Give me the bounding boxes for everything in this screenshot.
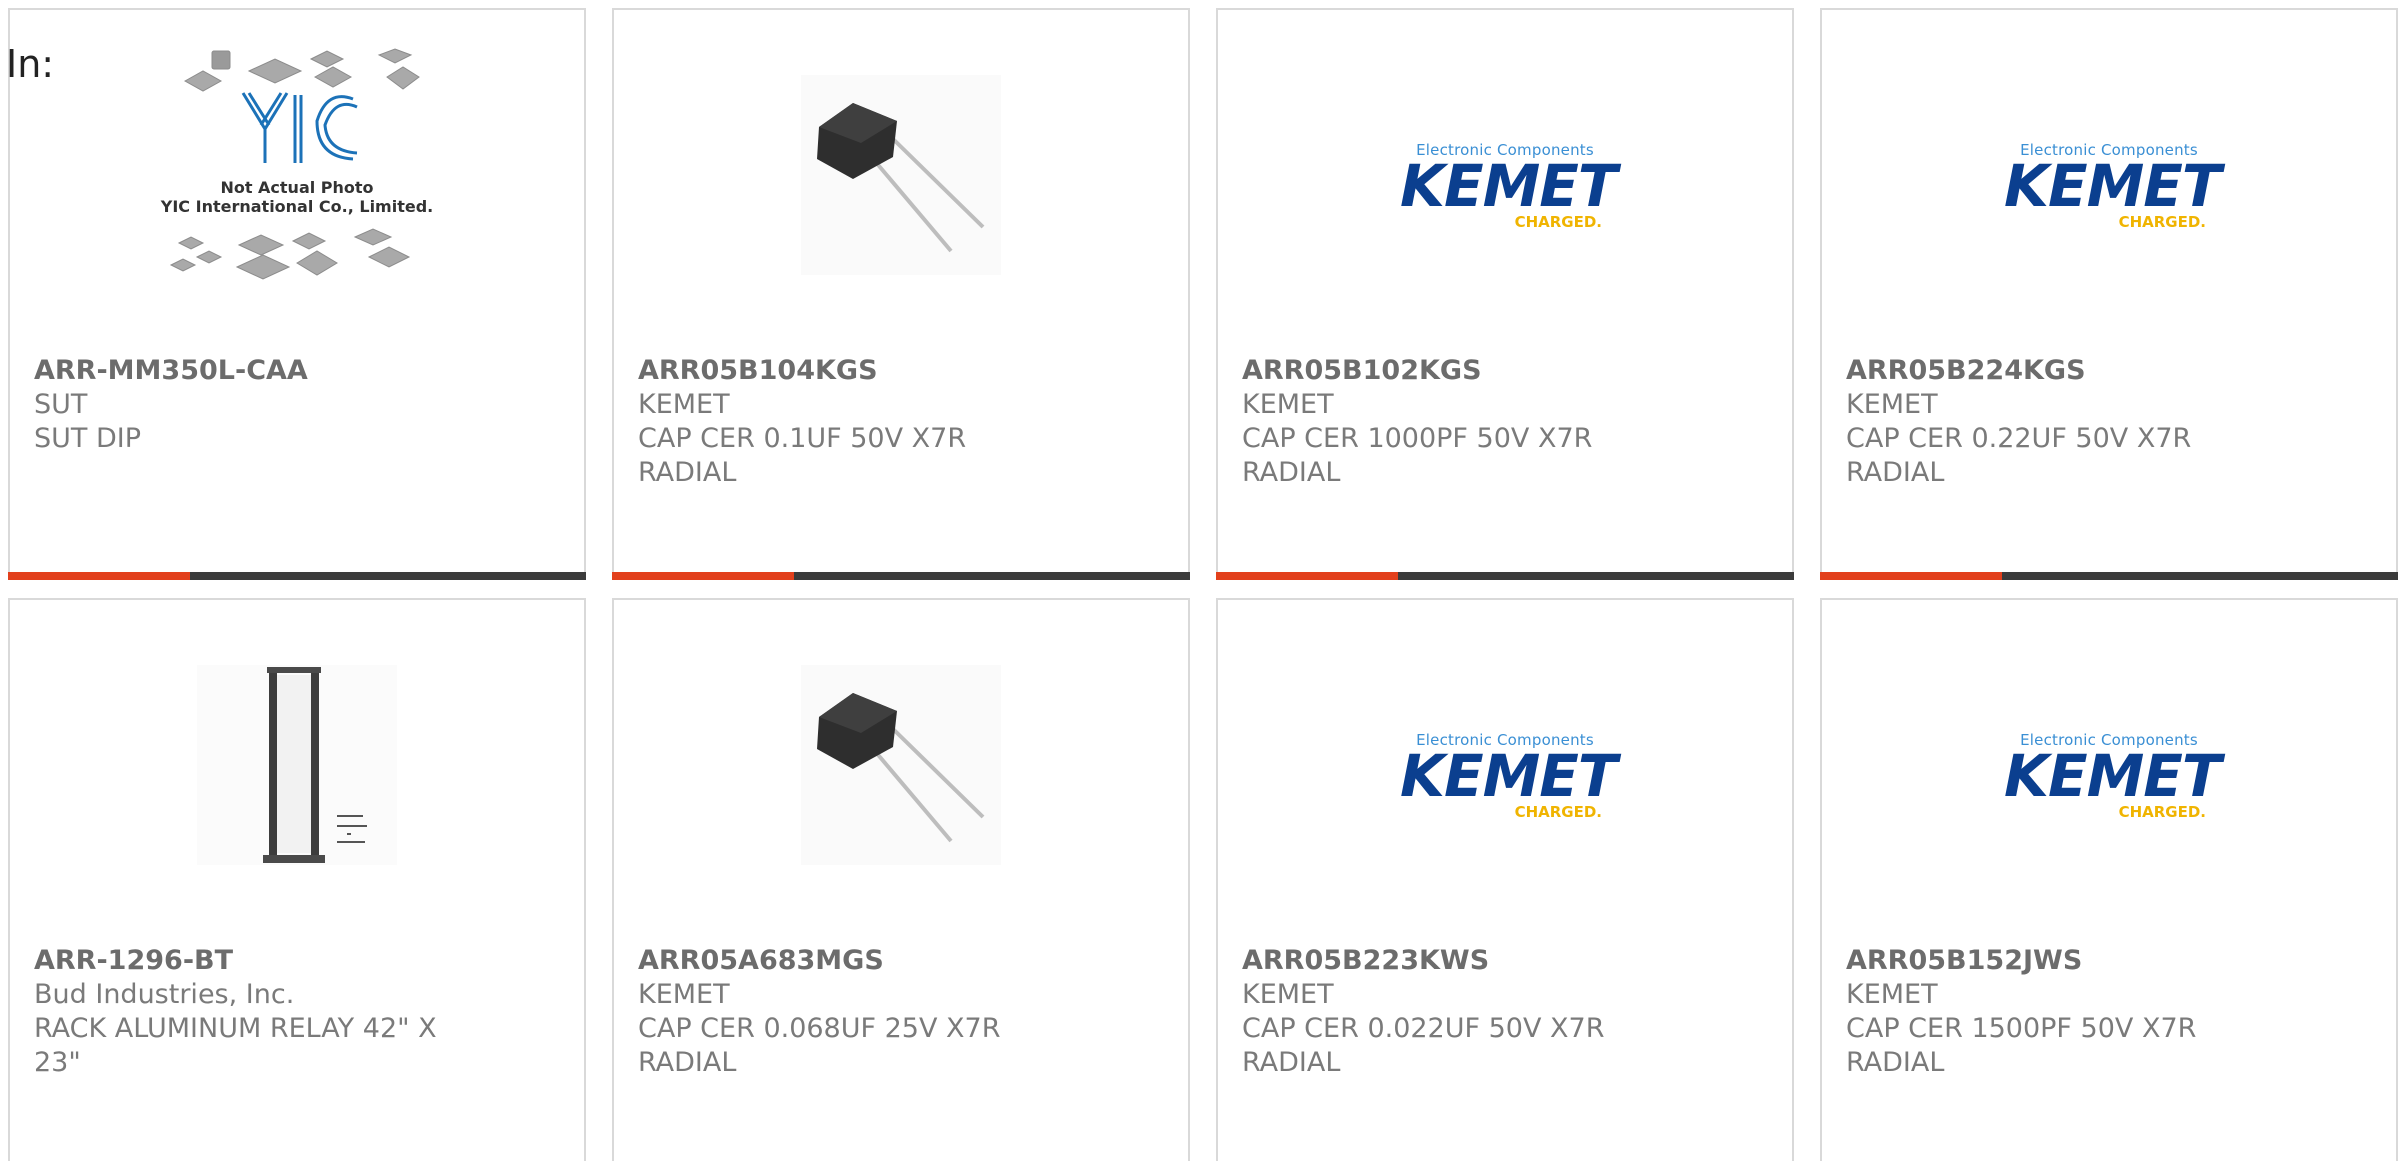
part-number[interactable]: ARR-1296-BT	[34, 944, 454, 978]
kemet-brand: KEMET	[2004, 152, 2221, 220]
kemet-logo-image: Electronic Components KEMET CHARGED.	[1218, 600, 1792, 930]
description: CAP CER 1000PF 50V X7R RADIAL	[1242, 423, 1593, 488]
description: RACK ALUMINUM RELAY 42" X 23"	[34, 1013, 437, 1078]
card-bar-accent	[8, 572, 190, 580]
card-bar	[612, 572, 1190, 580]
manufacturer: KEMET	[638, 389, 730, 420]
product-info: ARR05B224KGS KEMET CAP CER 0.22UF 50V X7…	[1846, 354, 2266, 490]
yic-line2: YIC International Co., Limited.	[160, 197, 433, 216]
product-card[interactable]: Electronic Components KEMET CHARGED. ARR…	[1820, 8, 2398, 580]
card-bar-accent	[1820, 572, 2002, 580]
product-info: ARR-MM350L-CAA SUT SUT DIP	[34, 354, 454, 456]
kemet-brand: KEMET	[1400, 152, 1617, 220]
manufacturer: KEMET	[638, 979, 730, 1010]
manufacturer: KEMET	[1242, 389, 1334, 420]
card-bar-accent	[1216, 572, 1398, 580]
product-card[interactable]: ARR05B104KGS KEMET CAP CER 0.1UF 50V X7R…	[612, 8, 1190, 580]
product-card[interactable]: Electronic Components KEMET CHARGED. ARR…	[1216, 598, 1794, 1161]
manufacturer: KEMET	[1846, 979, 1938, 1010]
kemet-brand: KEMET	[2004, 742, 2221, 810]
product-info: ARR05B102KGS KEMET CAP CER 1000PF 50V X7…	[1242, 354, 1662, 490]
product-grid: In: Not Actual Photo YIC International C…	[0, 0, 2400, 1161]
manufacturer: Bud Industries, Inc.	[34, 979, 295, 1010]
rack-image	[10, 600, 584, 930]
card-bar	[1820, 572, 2398, 580]
manufacturer: KEMET	[1846, 389, 1938, 420]
description: CAP CER 0.1UF 50V X7R RADIAL	[638, 423, 967, 488]
product-info: ARR05B223KWS KEMET CAP CER 0.022UF 50V X…	[1242, 944, 1662, 1080]
card-bar	[8, 572, 586, 580]
capacitor-image	[614, 600, 1188, 930]
part-number[interactable]: ARR05B152JWS	[1846, 944, 2266, 978]
part-number[interactable]: ARR05A683MGS	[638, 944, 1058, 978]
product-card[interactable]: Electronic Components KEMET CHARGED. ARR…	[1216, 8, 1794, 580]
yic-placeholder-image: Not Actual Photo YIC International Co., …	[10, 10, 584, 340]
part-number[interactable]: ARR05B104KGS	[638, 354, 1058, 388]
description: SUT DIP	[34, 423, 142, 454]
part-number[interactable]: ARR05B102KGS	[1242, 354, 1662, 388]
in-label: In:	[6, 42, 55, 86]
product-info: ARR05A683MGS KEMET CAP CER 0.068UF 25V X…	[638, 944, 1058, 1080]
description: CAP CER 0.068UF 25V X7R RADIAL	[638, 1013, 1001, 1078]
card-bar	[1216, 572, 1794, 580]
kemet-logo-image: Electronic Components KEMET CHARGED.	[1822, 600, 2396, 930]
product-info: ARR05B152JWS KEMET CAP CER 1500PF 50V X7…	[1846, 944, 2266, 1080]
product-info: ARR05B104KGS KEMET CAP CER 0.1UF 50V X7R…	[638, 354, 1058, 490]
description: CAP CER 0.22UF 50V X7R RADIAL	[1846, 423, 2192, 488]
description: CAP CER 1500PF 50V X7R RADIAL	[1846, 1013, 2197, 1078]
product-card[interactable]: ARR-1296-BT Bud Industries, Inc. RACK AL…	[8, 598, 586, 1161]
description: CAP CER 0.022UF 50V X7R RADIAL	[1242, 1013, 1605, 1078]
part-number[interactable]: ARR05B223KWS	[1242, 944, 1662, 978]
kemet-brand: KEMET	[1400, 742, 1617, 810]
capacitor-image	[614, 10, 1188, 340]
product-card[interactable]: Not Actual Photo YIC International Co., …	[8, 8, 586, 580]
part-number[interactable]: ARR05B224KGS	[1846, 354, 2266, 388]
kemet-logo-image: Electronic Components KEMET CHARGED.	[1218, 10, 1792, 340]
kemet-logo-image: Electronic Components KEMET CHARGED.	[1822, 10, 2396, 340]
part-number[interactable]: ARR-MM350L-CAA	[34, 354, 454, 388]
product-card[interactable]: Electronic Components KEMET CHARGED. ARR…	[1820, 598, 2398, 1161]
manufacturer: SUT	[34, 389, 88, 420]
manufacturer: KEMET	[1242, 979, 1334, 1010]
card-bar-accent	[612, 572, 794, 580]
product-info: ARR-1296-BT Bud Industries, Inc. RACK AL…	[34, 944, 454, 1080]
product-card[interactable]: ARR05A683MGS KEMET CAP CER 0.068UF 25V X…	[612, 598, 1190, 1161]
yic-line1: Not Actual Photo	[220, 178, 373, 197]
